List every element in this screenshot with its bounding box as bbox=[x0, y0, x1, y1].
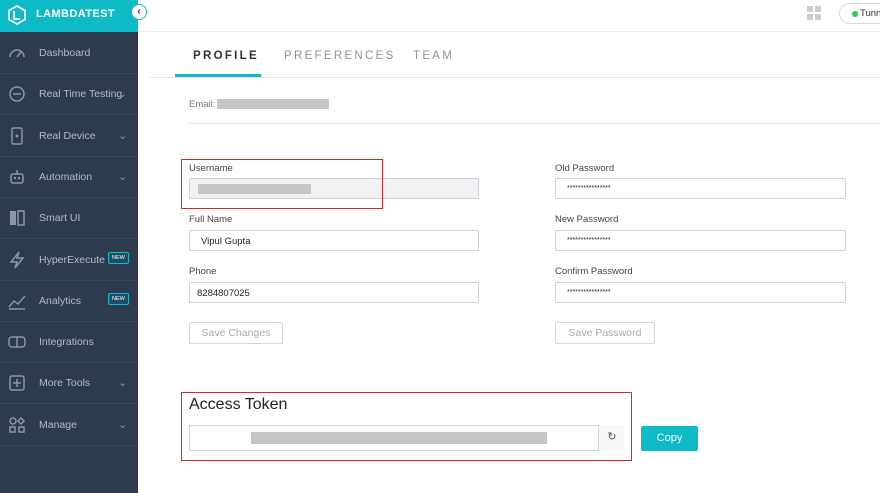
top-bar: Tunn bbox=[138, 0, 880, 32]
sidebar-item-smart-ui[interactable]: Smart UI bbox=[0, 198, 138, 240]
old-password-input[interactable]: **************** bbox=[555, 178, 846, 199]
sidebar-item-integrations[interactable]: Integrations bbox=[0, 322, 138, 364]
dashboard-gauge-icon bbox=[9, 49, 25, 58]
sidebar-item-label: Dashboard bbox=[39, 47, 91, 59]
sidebar-item-label: Smart UI bbox=[39, 212, 81, 225]
sidebar-item-analytics[interactable]: Analytics NEW bbox=[0, 281, 138, 322]
tunnel-label: Tunn bbox=[860, 8, 880, 19]
new-password-input[interactable]: **************** bbox=[555, 230, 846, 251]
chevron-down-icon: ⌄ bbox=[118, 170, 128, 183]
username-highlight-box bbox=[181, 159, 383, 209]
full-name-label: Full Name bbox=[189, 214, 233, 225]
analytics-chart-icon bbox=[8, 295, 26, 310]
save-changes-button[interactable]: Save Changes bbox=[189, 322, 283, 344]
refresh-icon: ↻ bbox=[607, 431, 617, 443]
phone-input[interactable]: 8284807025 bbox=[189, 282, 479, 303]
new-password-label: New Password bbox=[555, 214, 619, 225]
sidebar-item-label: Integrations bbox=[39, 336, 94, 349]
tunnel-status-button[interactable]: Tunn bbox=[839, 3, 880, 24]
sidebar-item-automation[interactable]: Automation ⌄ bbox=[0, 157, 138, 198]
save-password-button[interactable]: Save Password bbox=[555, 322, 655, 344]
online-status-dot-icon bbox=[852, 11, 858, 17]
confirm-password-label: Confirm Password bbox=[555, 266, 633, 277]
full-name-input[interactable]: Vipul Gupta bbox=[189, 230, 479, 251]
section-divider bbox=[188, 123, 880, 124]
sidebar-item-label: HyperExecute bbox=[39, 253, 105, 266]
logo-bar[interactable]: LAMBDATEST bbox=[0, 0, 138, 32]
lightning-icon bbox=[9, 251, 25, 268]
new-badge: NEW bbox=[108, 292, 129, 305]
access-token-value-redacted bbox=[251, 432, 547, 444]
regenerate-token-button[interactable]: ↻ bbox=[598, 425, 625, 451]
tab-preferences[interactable]: PREFERENCES bbox=[284, 50, 396, 62]
phone-label: Phone bbox=[189, 266, 217, 277]
app-root: LAMBDATEST Dashboard Real Time Testing ⌄ Re… bbox=[0, 0, 880, 493]
sidebar-item-more-tools[interactable]: More Tools ⌄ bbox=[0, 363, 138, 405]
mobile-device-icon bbox=[11, 126, 23, 145]
confirm-password-input[interactable]: **************** bbox=[555, 282, 846, 303]
real-time-clock-icon bbox=[9, 86, 25, 103]
plus-square-icon bbox=[9, 375, 25, 392]
chevron-down-icon: ⌄ bbox=[118, 88, 128, 101]
sidebar-item-label: Manage bbox=[39, 418, 77, 431]
sidebar: LAMBDATEST Dashboard Real Time Testing ⌄ Re… bbox=[0, 0, 138, 493]
tab-team[interactable]: TEAM bbox=[413, 50, 454, 62]
sidebar-item-label: Automation bbox=[39, 170, 93, 183]
sidebar-item-real-time-testing[interactable]: Real Time Testing ⌄ bbox=[0, 74, 138, 116]
chevron-down-icon: ⌄ bbox=[118, 377, 128, 390]
email-label: Email: bbox=[189, 99, 216, 110]
access-token-title: Access Token bbox=[189, 396, 288, 413]
integrations-icon bbox=[8, 336, 26, 348]
sidebar-item-dashboard[interactable]: Dashboard bbox=[0, 33, 138, 74]
tab-profile[interactable]: PROFILE bbox=[193, 50, 259, 62]
email-value-redacted bbox=[217, 99, 329, 109]
sidebar-item-real-device[interactable]: Real Device ⌄ bbox=[0, 116, 138, 157]
sidebar-item-manage[interactable]: Manage ⌄ bbox=[0, 405, 138, 446]
chevron-down-icon: ⌄ bbox=[118, 129, 128, 142]
old-password-label: Old Password bbox=[555, 163, 615, 174]
lambdatest-logo-icon bbox=[8, 5, 26, 25]
sidebar-item-label: More Tools bbox=[39, 377, 91, 390]
active-tab-indicator bbox=[175, 74, 261, 77]
brand-name: LAMBDATEST bbox=[36, 8, 115, 20]
app-grid-icon[interactable] bbox=[807, 6, 821, 20]
manage-grid-icon bbox=[9, 416, 26, 433]
chevron-down-icon: ⌄ bbox=[118, 418, 128, 431]
settings-tabs: PROFILE PREFERENCES TEAM bbox=[150, 32, 880, 78]
copy-token-button[interactable]: Copy bbox=[641, 426, 698, 451]
robot-icon bbox=[10, 169, 24, 184]
smart-ui-icon bbox=[10, 210, 25, 226]
sidebar-item-label: Real Device bbox=[39, 129, 96, 142]
sidebar-item-hyperexecute[interactable]: HyperExecute NEW bbox=[0, 240, 138, 281]
sidebar-item-label: Real Time Testing bbox=[39, 88, 123, 101]
sidebar-item-label: Analytics bbox=[39, 294, 82, 307]
sidebar-collapse-button[interactable]: ‹ bbox=[131, 4, 147, 20]
new-badge: NEW bbox=[108, 251, 129, 264]
